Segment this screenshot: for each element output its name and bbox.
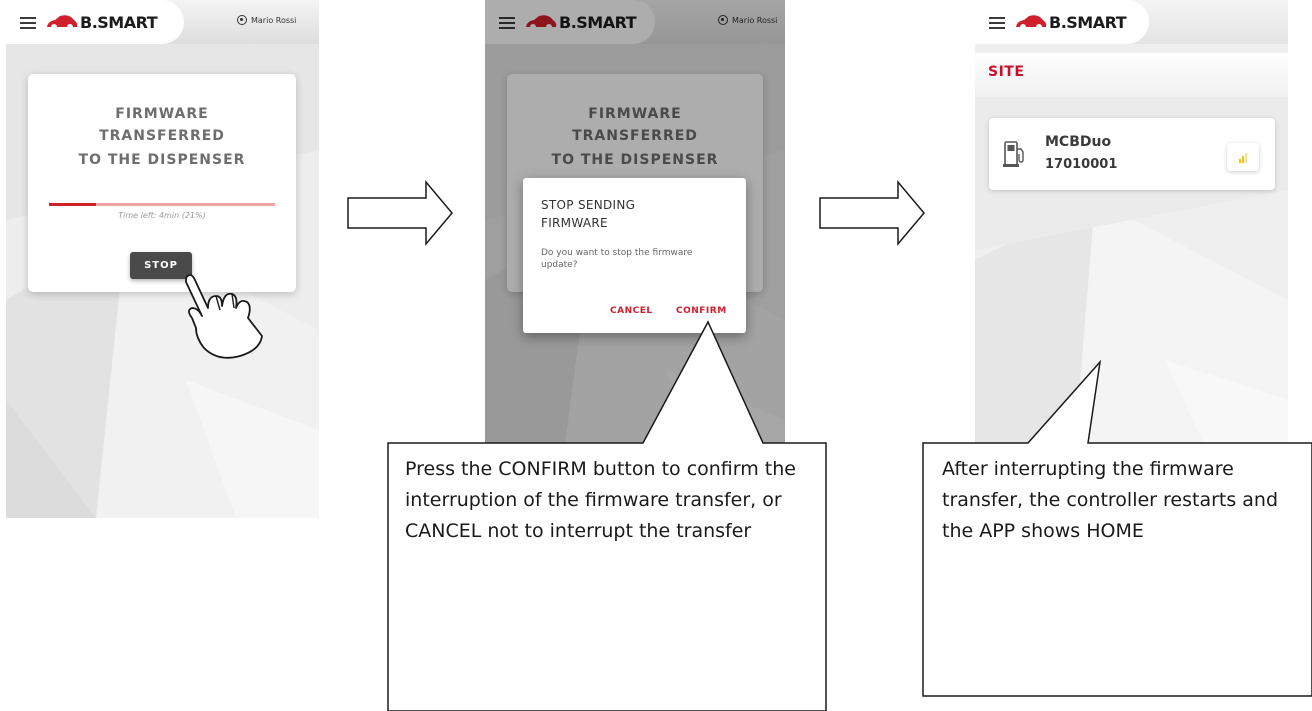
device-name: MCBDuo [1045, 134, 1112, 150]
top-bar: B.SMART [975, 0, 1288, 44]
car-logo-icon [47, 15, 78, 30]
firmware-card: FIRMWARE TRANSFERRED TO THE DISPENSER Ti… [28, 74, 296, 292]
site-label: SITE [988, 64, 1025, 80]
stop-firmware-dialog: STOP SENDING FIRMWARE Do you want to sto… [523, 178, 746, 333]
confirm-instructions-callout: Press the CONFIRM button to confirm the … [405, 458, 796, 542]
screen-stop-dialog: B.SMART Mario Rossi FIRMWARE TRANSFERRED… [485, 0, 785, 444]
dialog-message: Do you want to stop the firmware update? [541, 248, 693, 270]
card-title-line-3: TO THE DISPENSER [78, 152, 246, 168]
logo-area: B.SMART [975, 0, 1149, 44]
confirm-button[interactable]: CONFIRM [676, 306, 727, 316]
progress-bar [49, 203, 275, 206]
arrow-right-icon [347, 179, 453, 247]
signal-bars-icon [1227, 143, 1259, 171]
user-icon [237, 15, 247, 25]
home-info-callout: After interrupting the firmware transfer… [942, 458, 1279, 542]
logo-area: B.SMART [6, 0, 184, 44]
progress-fill [49, 203, 97, 206]
fuel-pump-icon [1003, 141, 1024, 167]
device-id: 17010001 [1045, 157, 1118, 172]
menu-icon[interactable] [989, 17, 1005, 29]
cancel-button[interactable]: CANCEL [610, 306, 653, 316]
brand-logo: B.SMART [1015, 11, 1127, 33]
time-left-label: Time left: 4min (21%) [118, 211, 206, 220]
dialog-title: STOP SENDING FIRMWARE [541, 198, 636, 230]
card-title-line-2: TRANSFERRED [99, 128, 225, 144]
arrow-right-icon [819, 179, 925, 247]
menu-icon[interactable] [20, 17, 36, 29]
brand-name: B.SMART [80, 12, 158, 32]
top-bar: B.SMART Mario Rossi [6, 0, 319, 44]
brand-name: B.SMART [1049, 12, 1127, 32]
screen-home: B.SMART SITE MCBDuo 17010001 [975, 0, 1288, 446]
user-name: Mario Rossi [251, 15, 297, 25]
hand-pointer-icon [185, 274, 263, 359]
screen-firmware-progress: B.SMART Mario Rossi FIRMWARE TRANSFERRED… [6, 0, 319, 518]
brand-logo: B.SMART [46, 11, 158, 33]
car-logo-icon [1016, 15, 1047, 30]
user-menu[interactable]: Mario Rossi [237, 15, 296, 25]
device-card[interactable]: MCBDuo 17010001 [989, 118, 1275, 190]
